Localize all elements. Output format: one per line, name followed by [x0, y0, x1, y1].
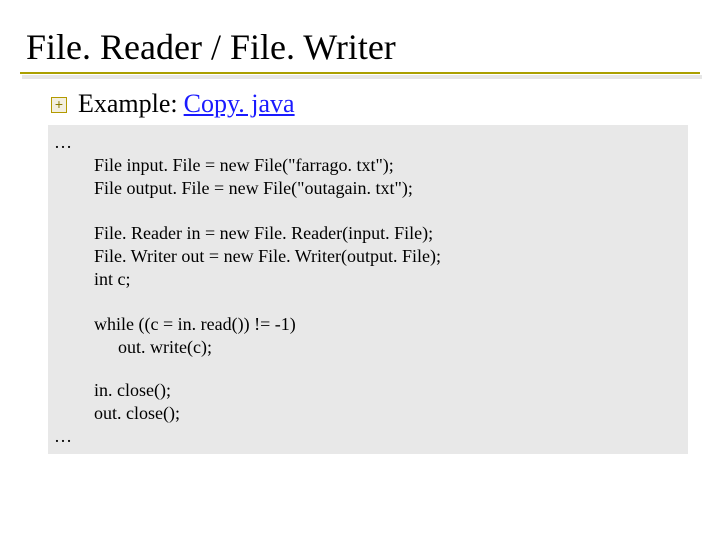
ellipsis-bottom: … — [54, 425, 678, 448]
code-block-4: in. close(); out. close(); — [94, 379, 678, 425]
example-label: Example: — [78, 89, 178, 119]
expand-box-icon — [48, 94, 70, 114]
code-block-1: File input. File = new File("farrago. tx… — [94, 154, 678, 200]
title-underline — [20, 72, 700, 74]
ellipsis-top: … — [54, 131, 678, 154]
code-while-body: out. write(c); — [118, 336, 678, 359]
slide: File. Reader / File. Writer Example: Cop… — [0, 0, 720, 540]
code-while-head: while ((c = in. read()) != -1) — [94, 313, 678, 336]
example-link[interactable]: Copy. java — [184, 89, 295, 119]
code-block-2: File. Reader in = new File. Reader(input… — [94, 222, 678, 291]
title-underline-shadow — [22, 75, 702, 79]
page-title: File. Reader / File. Writer — [20, 26, 700, 68]
example-bullet-line: Example: Copy. java — [20, 89, 700, 119]
code-box: … File input. File = new File("farrago. … — [48, 125, 688, 454]
